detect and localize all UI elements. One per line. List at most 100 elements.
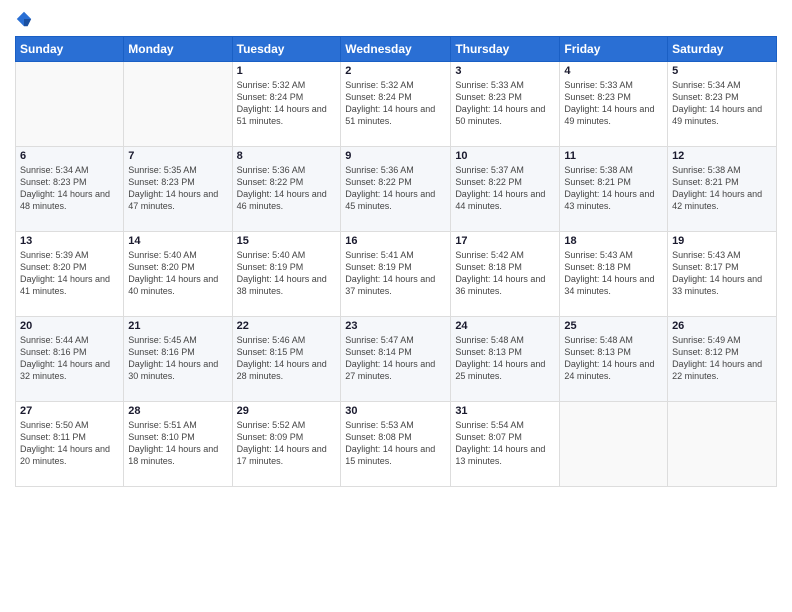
calendar-cell: 14 Sunrise: 5:40 AMSunset: 8:20 PMDayligh… [124,232,232,317]
day-info: Sunrise: 5:43 AMSunset: 8:17 PMDaylight:… [672,249,772,298]
calendar-cell: 30Sunrise: 5:53 AMSunset: 8:08 PMDayligh… [341,402,451,487]
calendar-cell: 21 Sunrise: 5:45 AMSunset: 8:16 PMDayligh… [124,317,232,402]
day-number: 30 [345,405,446,417]
day-info: Sunrise: 5:37 AMSunset: 8:22 PMDaylight:… [455,164,555,213]
calendar-cell: 29Sunrise: 5:52 AMSunset: 8:09 PMDayligh… [232,402,341,487]
calendar-cell: 25 Sunrise: 5:48 AMSunset: 8:13 PMDayligh… [560,317,668,402]
header [15,10,777,28]
day-info: Sunrise: 5:40 AMSunset: 8:19 PMDaylight:… [237,249,337,298]
calendar-cell: 19 Sunrise: 5:43 AMSunset: 8:17 PMDayligh… [668,232,777,317]
weekday-header: Thursday [451,37,560,62]
calendar-cell: 24 Sunrise: 5:48 AMSunset: 8:13 PMDayligh… [451,317,560,402]
day-info: Sunrise: 5:50 AMSunset: 8:11 PMDaylight:… [20,419,119,468]
calendar-cell: 8 Sunrise: 5:36 AMSunset: 8:22 PMDaylight… [232,147,341,232]
weekday-header: Sunday [16,37,124,62]
day-number: 17 [455,235,555,247]
day-info: Sunrise: 5:47 AMSunset: 8:14 PMDaylight:… [345,334,446,383]
day-info: Sunrise: 5:34 AMSunset: 8:23 PMDaylight:… [20,164,119,213]
day-info: Sunrise: 5:36 AMSunset: 8:22 PMDaylight:… [237,164,337,213]
day-info: Sunrise: 5:32 AMSunset: 8:24 PMDaylight:… [237,79,337,128]
day-number: 13 [20,235,119,247]
day-number: 27 [20,405,119,417]
day-number: 21 [128,320,227,332]
day-number: 29 [237,405,337,417]
calendar-cell: 5 Sunrise: 5:34 AMSunset: 8:23 PMDaylight… [668,62,777,147]
day-number: 25 [564,320,663,332]
weekday-header: Friday [560,37,668,62]
calendar-cell: 22 Sunrise: 5:46 AMSunset: 8:15 PMDayligh… [232,317,341,402]
week-row: 6 Sunrise: 5:34 AMSunset: 8:23 PMDaylight… [16,147,777,232]
day-info: Sunrise: 5:46 AMSunset: 8:15 PMDaylight:… [237,334,337,383]
logo [15,10,36,28]
page: SundayMondayTuesdayWednesdayThursdayFrid… [0,0,792,612]
calendar-cell: 7 Sunrise: 5:35 AMSunset: 8:23 PMDaylight… [124,147,232,232]
day-info: Sunrise: 5:39 AMSunset: 8:20 PMDaylight:… [20,249,119,298]
day-number: 4 [564,65,663,77]
day-info: Sunrise: 5:32 AMSunset: 8:24 PMDaylight:… [345,79,446,128]
day-info: Sunrise: 5:43 AMSunset: 8:18 PMDaylight:… [564,249,663,298]
calendar-cell: 17 Sunrise: 5:42 AMSunset: 8:18 PMDayligh… [451,232,560,317]
calendar-cell: 20Sunrise: 5:44 AMSunset: 8:16 PMDayligh… [16,317,124,402]
week-row: 20Sunrise: 5:44 AMSunset: 8:16 PMDayligh… [16,317,777,402]
calendar-cell: 1 Sunrise: 5:32 AMSunset: 8:24 PMDaylight… [232,62,341,147]
day-info: Sunrise: 5:48 AMSunset: 8:13 PMDaylight:… [455,334,555,383]
day-number: 24 [455,320,555,332]
calendar-cell: 15Sunrise: 5:40 AMSunset: 8:19 PMDayligh… [232,232,341,317]
day-info: Sunrise: 5:35 AMSunset: 8:23 PMDaylight:… [128,164,227,213]
day-number: 2 [345,65,446,77]
day-number: 1 [237,65,337,77]
calendar-cell [16,62,124,147]
day-number: 20 [20,320,119,332]
calendar-cell [124,62,232,147]
weekday-header-row: SundayMondayTuesdayWednesdayThursdayFrid… [16,37,777,62]
day-info: Sunrise: 5:36 AMSunset: 8:22 PMDaylight:… [345,164,446,213]
calendar-cell: 10 Sunrise: 5:37 AMSunset: 8:22 PMDayligh… [451,147,560,232]
day-number: 3 [455,65,555,77]
week-row: 13 Sunrise: 5:39 AMSunset: 8:20 PMDayligh… [16,232,777,317]
day-info: Sunrise: 5:42 AMSunset: 8:18 PMDaylight:… [455,249,555,298]
day-number: 6 [20,150,119,162]
calendar-cell: 16 Sunrise: 5:41 AMSunset: 8:19 PMDayligh… [341,232,451,317]
day-info: Sunrise: 5:40 AMSunset: 8:20 PMDaylight:… [128,249,227,298]
logo-icon [15,10,33,28]
calendar-cell: 31Sunrise: 5:54 AMSunset: 8:07 PMDayligh… [451,402,560,487]
calendar-cell: 23 Sunrise: 5:47 AMSunset: 8:14 PMDayligh… [341,317,451,402]
calendar-cell: 13 Sunrise: 5:39 AMSunset: 8:20 PMDayligh… [16,232,124,317]
day-info: Sunrise: 5:54 AMSunset: 8:07 PMDaylight:… [455,419,555,468]
day-info: Sunrise: 5:41 AMSunset: 8:19 PMDaylight:… [345,249,446,298]
day-number: 12 [672,150,772,162]
day-number: 26 [672,320,772,332]
day-number: 23 [345,320,446,332]
day-number: 22 [237,320,337,332]
calendar-cell: 27 Sunrise: 5:50 AMSunset: 8:11 PMDayligh… [16,402,124,487]
weekday-header: Tuesday [232,37,341,62]
calendar-cell [560,402,668,487]
day-number: 9 [345,150,446,162]
calendar-table: SundayMondayTuesdayWednesdayThursdayFrid… [15,36,777,487]
day-number: 18 [564,235,663,247]
day-info: Sunrise: 5:34 AMSunset: 8:23 PMDaylight:… [672,79,772,128]
day-number: 11 [564,150,663,162]
calendar-cell: 6 Sunrise: 5:34 AMSunset: 8:23 PMDaylight… [16,147,124,232]
day-info: Sunrise: 5:49 AMSunset: 8:12 PMDaylight:… [672,334,772,383]
weekday-header: Saturday [668,37,777,62]
calendar-cell: 28Sunrise: 5:51 AMSunset: 8:10 PMDayligh… [124,402,232,487]
day-info: Sunrise: 5:38 AMSunset: 8:21 PMDaylight:… [672,164,772,213]
day-number: 19 [672,235,772,247]
weekday-header: Monday [124,37,232,62]
calendar-cell: 18 Sunrise: 5:43 AMSunset: 8:18 PMDayligh… [560,232,668,317]
day-number: 7 [128,150,227,162]
calendar-cell: 11Sunrise: 5:38 AMSunset: 8:21 PMDayligh… [560,147,668,232]
calendar-cell: 26 Sunrise: 5:49 AMSunset: 8:12 PMDayligh… [668,317,777,402]
week-row: 27 Sunrise: 5:50 AMSunset: 8:11 PMDayligh… [16,402,777,487]
day-info: Sunrise: 5:48 AMSunset: 8:13 PMDaylight:… [564,334,663,383]
day-number: 5 [672,65,772,77]
day-number: 16 [345,235,446,247]
week-row: 1 Sunrise: 5:32 AMSunset: 8:24 PMDaylight… [16,62,777,147]
day-number: 8 [237,150,337,162]
day-info: Sunrise: 5:33 AMSunset: 8:23 PMDaylight:… [564,79,663,128]
day-number: 28 [128,405,227,417]
day-number: 14 [128,235,227,247]
day-info: Sunrise: 5:45 AMSunset: 8:16 PMDaylight:… [128,334,227,383]
day-number: 10 [455,150,555,162]
